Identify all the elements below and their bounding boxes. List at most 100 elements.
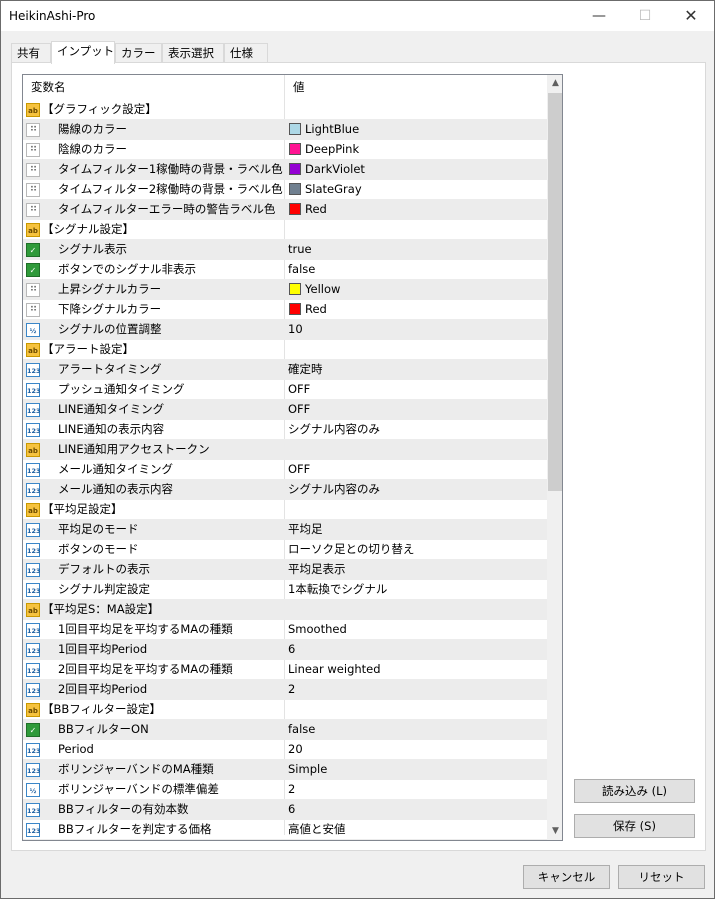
- parameter-value-cell[interactable]: [285, 220, 547, 240]
- column-header-name[interactable]: 変数名: [23, 75, 284, 100]
- group-row[interactable]: ab 【平均足S：MA設定】: [23, 600, 547, 620]
- group-row[interactable]: ab 【BBフィルター設定】: [23, 700, 547, 720]
- reset-button[interactable]: リセット: [618, 865, 705, 889]
- parameter-value-cell[interactable]: シグナル内容のみ: [285, 420, 547, 440]
- parameter-value-cell[interactable]: Red: [285, 200, 547, 220]
- parameter-row[interactable]: 123 2回目平均Period 2: [23, 680, 547, 700]
- parameter-value: 平均足表示: [288, 562, 346, 576]
- parameter-row[interactable]: 123 1回目平均足を平均するMAの種類 Smoothed: [23, 620, 547, 640]
- parameter-value-cell[interactable]: Yellow: [285, 280, 547, 300]
- parameter-value-cell[interactable]: false: [285, 260, 547, 280]
- parameter-row[interactable]: ½ ボリンジャーバンドの標準偏差 2: [23, 780, 547, 800]
- parameter-value-cell[interactable]: DarkViolet: [285, 160, 547, 180]
- parameter-value-cell[interactable]: SlateGray: [285, 180, 547, 200]
- parameter-row[interactable]: 123 1回目平均Period 6: [23, 640, 547, 660]
- parameter-value-cell[interactable]: [285, 100, 547, 120]
- minimize-icon[interactable]: —: [576, 1, 622, 31]
- parameter-value-cell[interactable]: 2: [285, 680, 547, 700]
- group-row[interactable]: ab 【アラート設定】: [23, 340, 547, 360]
- tab-inputs[interactable]: インプット: [51, 41, 115, 64]
- parameter-row[interactable]: 123 BBフィルターの有効本数 6: [23, 800, 547, 820]
- parameter-value-cell[interactable]: シグナル内容のみ: [285, 480, 547, 500]
- load-button[interactable]: 読み込み (L): [574, 779, 695, 803]
- parameter-row[interactable]: ∷ 陰線のカラー DeepPink: [23, 140, 547, 160]
- parameter-row[interactable]: 123 BBフィルターを判定する価格 高値と安値: [23, 820, 547, 840]
- parameter-value-cell[interactable]: [285, 340, 547, 360]
- group-row[interactable]: ab 【平均足設定】: [23, 500, 547, 520]
- parameter-value-cell[interactable]: 10: [285, 320, 547, 340]
- vertical-scrollbar[interactable]: ▲ ▼: [547, 75, 562, 840]
- parameter-row[interactable]: 123 2回目平均足を平均するMAの種類 Linear weighted: [23, 660, 547, 680]
- parameter-value-cell[interactable]: 高値と安値: [285, 820, 547, 840]
- parameter-row[interactable]: 123 プッシュ通知タイミング OFF: [23, 380, 547, 400]
- parameter-value-cell[interactable]: [285, 700, 547, 720]
- parameter-row[interactable]: ∷ 陽線のカラー LightBlue: [23, 120, 547, 140]
- parameter-name: タイムフィルターエラー時の警告ラベル色: [58, 202, 276, 216]
- parameter-row[interactable]: 123 メール通知の表示内容 シグナル内容のみ: [23, 480, 547, 500]
- parameter-value-cell[interactable]: LightBlue: [285, 120, 547, 140]
- parameter-value-cell[interactable]: true: [285, 240, 547, 260]
- parameter-name: 2回目平均Period: [58, 682, 148, 696]
- tab-common[interactable]: 共有: [11, 43, 51, 63]
- group-row[interactable]: ab 【シグナル設定】: [23, 220, 547, 240]
- parameter-row[interactable]: ∷ タイムフィルター2稼働時の背景・ラベル色 SlateGray: [23, 180, 547, 200]
- cancel-button[interactable]: キャンセル: [523, 865, 610, 889]
- ab-string-icon: ab: [26, 343, 40, 357]
- parameter-row[interactable]: ½ シグナルの位置調整 10: [23, 320, 547, 340]
- parameter-value-cell[interactable]: 2: [285, 780, 547, 800]
- parameter-row[interactable]: 123 Period 20: [23, 740, 547, 760]
- parameter-value-cell[interactable]: 平均足表示: [285, 560, 547, 580]
- parameter-row[interactable]: ∷ 下降シグナルカラー Red: [23, 300, 547, 320]
- close-icon[interactable]: ✕: [668, 1, 714, 31]
- tab-specs[interactable]: 仕様: [224, 43, 268, 63]
- scroll-thumb[interactable]: [548, 93, 562, 491]
- parameter-row[interactable]: ✓ シグナル表示 true: [23, 240, 547, 260]
- parameter-value-cell[interactable]: 6: [285, 640, 547, 660]
- parameter-row[interactable]: 123 ボリンジャーバンドのMA種類 Simple: [23, 760, 547, 780]
- parameter-value-cell[interactable]: ローソク足との切り替え: [285, 540, 547, 560]
- parameter-row[interactable]: 123 デフォルトの表示 平均足表示: [23, 560, 547, 580]
- parameter-row[interactable]: 123 シグナル判定設定 1本転換でシグナル: [23, 580, 547, 600]
- parameter-row[interactable]: ✓ ボタンでのシグナル非表示 false: [23, 260, 547, 280]
- parameter-row[interactable]: 123 平均足のモード 平均足: [23, 520, 547, 540]
- parameter-value-cell[interactable]: Smoothed: [285, 620, 547, 640]
- color-icon: ∷: [26, 283, 40, 297]
- parameter-value-cell[interactable]: Red: [285, 300, 547, 320]
- parameter-value-cell[interactable]: [285, 440, 547, 460]
- parameter-value-cell[interactable]: 1本転換でシグナル: [285, 580, 547, 600]
- parameter-value-cell[interactable]: DeepPink: [285, 140, 547, 160]
- group-row[interactable]: ab 【グラフィック設定】: [23, 100, 547, 120]
- parameter-row[interactable]: 123 LINE通知タイミング OFF: [23, 400, 547, 420]
- parameter-value-cell[interactable]: OFF: [285, 380, 547, 400]
- parameter-row[interactable]: 123 LINE通知の表示内容 シグナル内容のみ: [23, 420, 547, 440]
- color-swatch: [289, 143, 301, 155]
- save-button[interactable]: 保存 (S): [574, 814, 695, 838]
- scroll-up-icon[interactable]: ▲: [547, 75, 562, 92]
- parameter-value-cell[interactable]: 確定時: [285, 360, 547, 380]
- parameter-value-cell[interactable]: [285, 500, 547, 520]
- parameter-value-cell[interactable]: 平均足: [285, 520, 547, 540]
- column-header-value[interactable]: 値: [285, 75, 547, 100]
- parameter-row[interactable]: ∷ タイムフィルター1稼働時の背景・ラベル色 DarkViolet: [23, 160, 547, 180]
- parameter-row[interactable]: ∷ タイムフィルターエラー時の警告ラベル色 Red: [23, 200, 547, 220]
- maximize-icon: ☐: [638, 8, 652, 24]
- parameter-value-cell[interactable]: [285, 600, 547, 620]
- parameter-row[interactable]: ab LINE通知用アクセストークン: [23, 440, 547, 460]
- parameter-row[interactable]: 123 ボタンのモード ローソク足との切り替え: [23, 540, 547, 560]
- parameter-row[interactable]: 123 メール通知タイミング OFF: [23, 460, 547, 480]
- scroll-down-icon[interactable]: ▼: [547, 823, 562, 840]
- parameter-value-cell[interactable]: 20: [285, 740, 547, 760]
- parameter-value-cell[interactable]: false: [285, 720, 547, 740]
- tab-colors[interactable]: カラー: [115, 43, 162, 63]
- parameter-value-cell[interactable]: 6: [285, 800, 547, 820]
- parameter-value-cell[interactable]: Linear weighted: [285, 660, 547, 680]
- grid-rows: ab 【グラフィック設定】 ∷ 陽線のカラー LightBlue ∷ 陰線のカラー DeepP…: [23, 100, 547, 840]
- parameter-row[interactable]: ∷ 上昇シグナルカラー Yellow: [23, 280, 547, 300]
- parameter-value-cell[interactable]: OFF: [285, 460, 547, 480]
- parameter-name-cell: 123 Period: [23, 740, 284, 760]
- tab-display-select[interactable]: 表示選択: [162, 43, 224, 63]
- parameter-value-cell[interactable]: Simple: [285, 760, 547, 780]
- parameter-row[interactable]: ✓ BBフィルターON false: [23, 720, 547, 740]
- parameter-value-cell[interactable]: OFF: [285, 400, 547, 420]
- parameter-row[interactable]: 123 アラートタイミング 確定時: [23, 360, 547, 380]
